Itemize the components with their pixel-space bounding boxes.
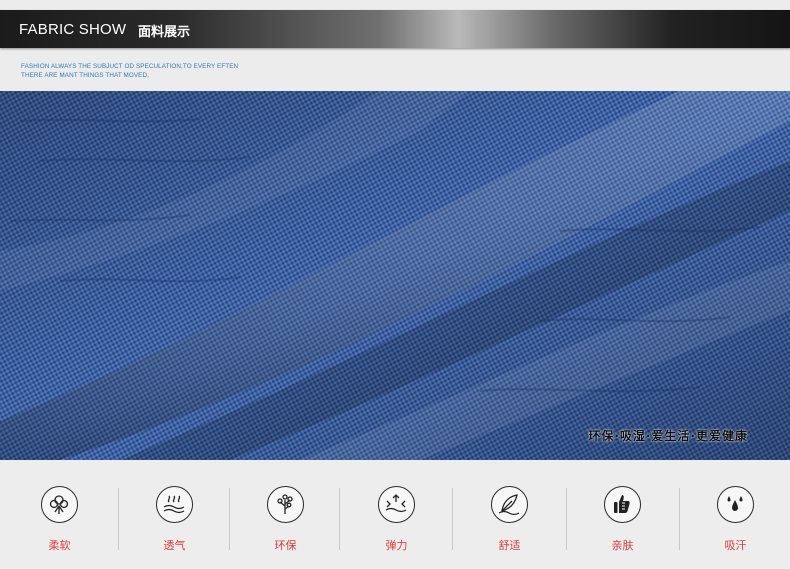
breathable-icon <box>156 486 193 523</box>
stretch-icon <box>378 486 415 523</box>
feature-item-absorb: 吸汗 <box>680 460 790 569</box>
divider <box>339 488 340 550</box>
feature-label: 舒适 <box>498 539 521 552</box>
feature-label: 弹力 <box>385 539 408 552</box>
feature-label: 环保 <box>274 539 297 552</box>
feature-label: 亲肤 <box>611 539 634 552</box>
feature-bar: 柔软 透气 环保 弹力 舒适 亲肤 吸汗 <box>0 460 790 569</box>
thumb-icon <box>604 486 641 523</box>
feature-item-skin: 亲肤 <box>567 460 681 569</box>
section-title: FABRIC SHOW <box>19 21 127 38</box>
feather-icon <box>491 486 528 523</box>
feature-label: 透气 <box>163 539 186 552</box>
feature-item-breathable: 透气 <box>119 460 233 569</box>
fabric-texture <box>0 91 790 460</box>
tree-icon <box>267 486 304 523</box>
absorb-icon <box>717 486 754 523</box>
fashion-subtitle: FASHION ALWAYS THE SUBJUCT OD SPECULATIO… <box>21 63 239 79</box>
fabric-photo: 环保·吸湿·爱生活·更爱健康 <box>0 91 790 460</box>
header-bar: FABRIC SHOW 面料展示 <box>0 10 790 48</box>
feature-label: 柔软 <box>48 539 71 552</box>
feature-item-soft: 柔软 <box>4 460 118 569</box>
feature-item-eco: 环保 <box>230 460 344 569</box>
cotton-icon <box>41 486 78 523</box>
section-title-cn: 面料展示 <box>138 25 191 40</box>
fabric-slogan: 环保·吸湿·爱生活·更爱健康 <box>588 429 748 443</box>
feature-item-comfort: 舒适 <box>454 460 568 569</box>
feature-label: 吸汗 <box>724 539 747 552</box>
divider <box>452 488 453 550</box>
feature-item-stretch: 弹力 <box>341 460 455 569</box>
